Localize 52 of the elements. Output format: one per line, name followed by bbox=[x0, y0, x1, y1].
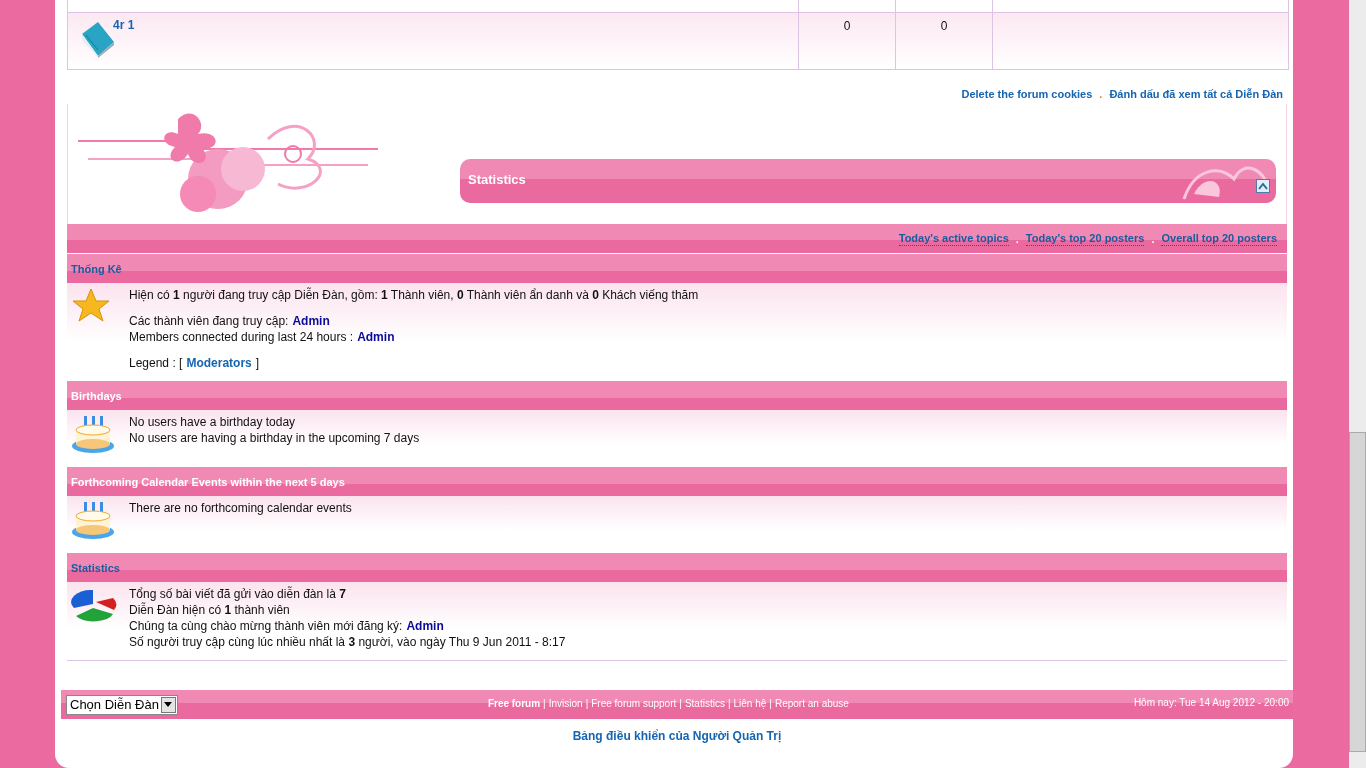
admin-panel-link[interactable]: Bảng điều khiển của Người Quản Trị bbox=[572, 729, 782, 743]
section-title: Birthdays bbox=[71, 389, 122, 402]
footer-link[interactable]: Free forum bbox=[487, 698, 541, 709]
date-text: Hôm nay: Tue 14 Aug 2012 - 20:00 bbox=[1133, 697, 1289, 708]
section-link[interactable]: Thống Kê bbox=[71, 262, 122, 275]
chevron-up-icon bbox=[1258, 182, 1268, 190]
footer-link[interactable]: Liên hệ bbox=[733, 698, 767, 709]
footer-link[interactable]: Free forum support bbox=[591, 698, 677, 709]
forum-link[interactable]: 4r 1 bbox=[113, 18, 135, 32]
info-text: Hiện có 1 người đang truy cập Diễn Đàn, gồm: 1 Thành viên, 0 Thành viên ẩn danh và 0 Khách viếng thăm bbox=[129, 287, 699, 303]
user-link[interactable]: Admin bbox=[292, 313, 330, 329]
stat-link[interactable]: Today's active topics bbox=[898, 231, 1009, 246]
info-text: No users have a birthday today bbox=[129, 414, 296, 430]
footer-link[interactable]: Report an abuse bbox=[774, 698, 849, 709]
info-text: Diễn Đàn hiện có 1 thành viên bbox=[129, 602, 290, 618]
footer-link[interactable]: Statistics bbox=[684, 698, 725, 709]
star-icon bbox=[71, 287, 111, 323]
stat-link[interactable]: Today's top 20 posters bbox=[1025, 231, 1145, 246]
separator-text: | bbox=[727, 698, 731, 709]
group-link[interactable]: Moderators bbox=[186, 355, 252, 371]
topics-count: 0 bbox=[843, 19, 851, 33]
separator-text: . bbox=[1015, 232, 1019, 245]
forum-select[interactable]: Chọn Diễn Đàn bbox=[66, 694, 178, 715]
dropdown-arrow-icon bbox=[164, 702, 173, 707]
separator-text: | bbox=[543, 698, 546, 709]
info-text: ] bbox=[255, 355, 260, 371]
separator-text: | bbox=[585, 698, 589, 709]
info-text: Tổng số bài viết đã gửi vào diễn đàn là 7 bbox=[129, 586, 346, 602]
forum-link[interactable]: Đánh dấu đã xem tất cả Diễn Đàn bbox=[1109, 88, 1283, 104]
footer-link[interactable]: Invision bbox=[548, 698, 583, 709]
info-text: No users are having a birthday in the upcoming 7 days bbox=[129, 430, 420, 446]
separator-text: . bbox=[1099, 88, 1103, 102]
separator-text: . bbox=[1151, 232, 1155, 245]
collapse-button[interactable] bbox=[1256, 179, 1270, 193]
info-text: Các thành viên đang truy cập: bbox=[129, 313, 289, 329]
cake-icon bbox=[71, 414, 117, 454]
info-text: Số người truy cập cùng lúc nhiều nhất là 3 người, vào ngày Thu 9 Jun 2011 - 8:17 bbox=[129, 634, 566, 650]
info-text: Members connected during last 24 hours : bbox=[129, 329, 354, 345]
separator-text: | bbox=[679, 698, 682, 709]
user-link[interactable]: Admin bbox=[406, 618, 444, 634]
cake-icon bbox=[71, 500, 117, 540]
separator-text: | bbox=[769, 698, 772, 709]
stat-link[interactable]: Overall top 20 posters bbox=[1161, 231, 1277, 246]
section-link[interactable]: Statistics bbox=[71, 561, 120, 574]
forum-link[interactable]: Delete the forum cookies bbox=[961, 88, 1093, 104]
info-text: Chúng ta cùng chào mừng thành viên mới đăng ký: bbox=[129, 618, 403, 634]
user-link[interactable]: Admin bbox=[357, 329, 395, 345]
panel-title: Statistics bbox=[468, 172, 526, 187]
info-text: There are no forthcoming calendar events bbox=[129, 500, 352, 516]
posts-count: 0 bbox=[940, 19, 948, 33]
info-text: Legend : [ bbox=[129, 355, 183, 371]
section-title: Forthcoming Calendar Events within the next 5 days bbox=[71, 475, 345, 488]
